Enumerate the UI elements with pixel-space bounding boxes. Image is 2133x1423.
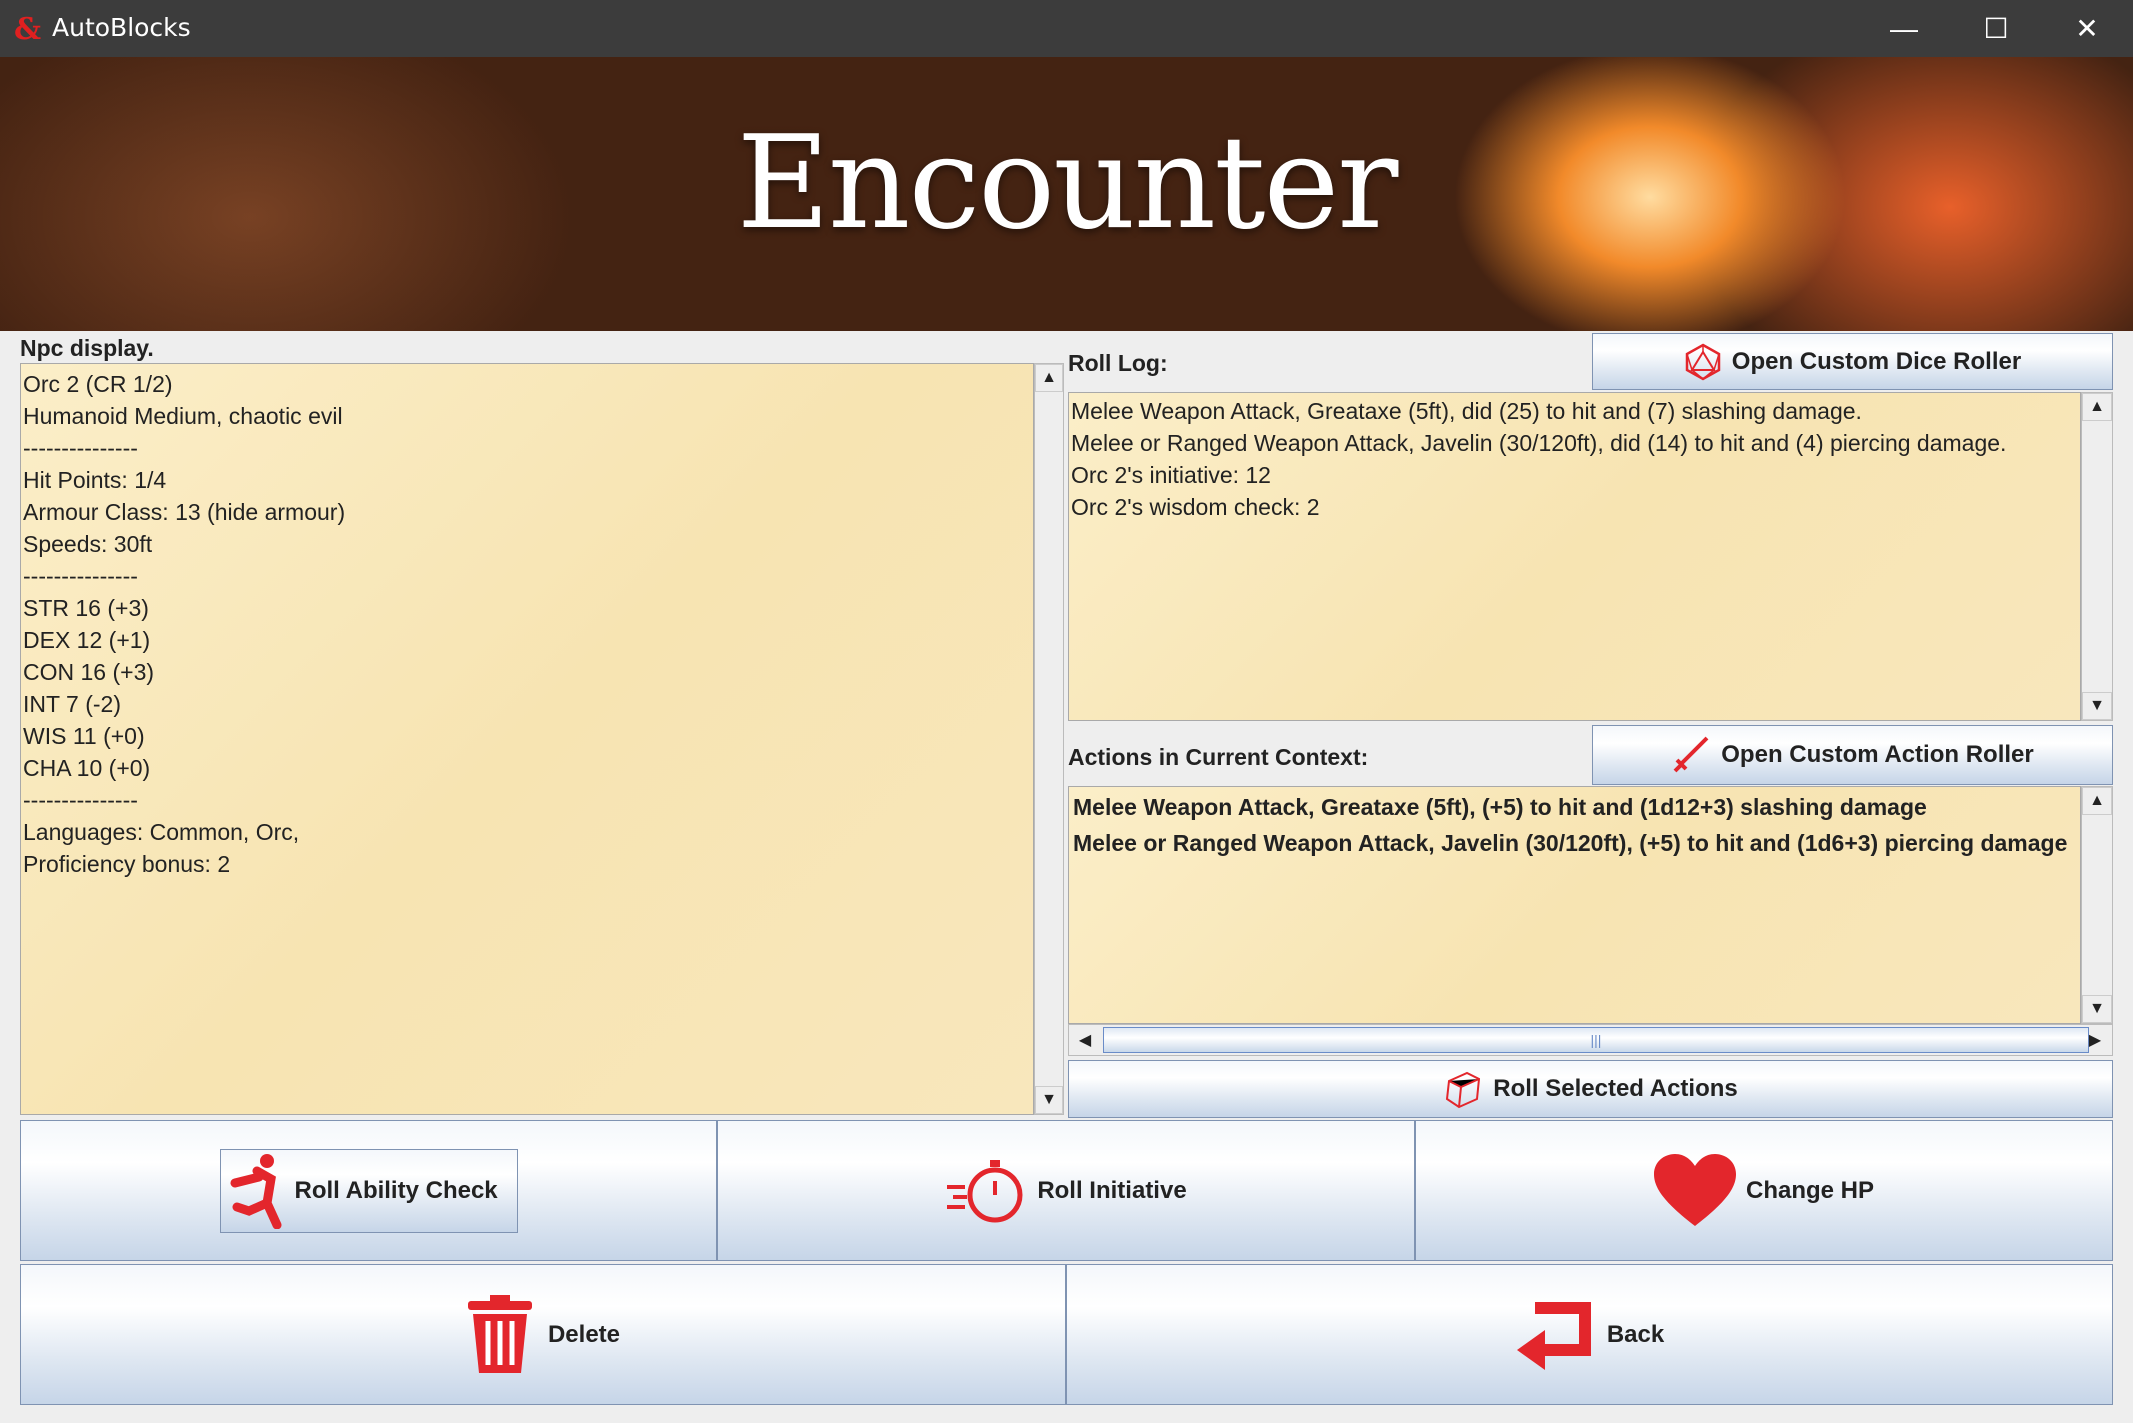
dice-icon — [1443, 1069, 1483, 1109]
dnd-logo-icon: & — [14, 12, 42, 47]
roll-log-entry: Melee Weapon Attack, Greataxe (5ft), did… — [1071, 398, 1862, 424]
maximize-button[interactable]: ☐ — [1950, 0, 2042, 57]
roll-log-entry: Melee or Ranged Weapon Attack, Javelin (… — [1071, 430, 2007, 456]
scroll-up-arrow[interactable]: ▲ — [2082, 393, 2112, 421]
npc-stat-line: INT 7 (-2) — [23, 691, 121, 717]
actions-vscrollbar[interactable]: ▲ ▼ — [2081, 786, 2113, 1024]
back-label: Back — [1606, 1320, 1665, 1348]
npc-stat-line: Armour Class: 13 (hide armour) — [23, 499, 346, 525]
window-title: AutoBlocks — [52, 13, 191, 42]
npc-stat-line: Languages: Common, Orc, — [23, 819, 300, 845]
action-item[interactable]: Melee or Ranged Weapon Attack, Javelin (… — [1073, 825, 2076, 861]
open-custom-action-roller-label: Open Custom Action Roller — [1721, 741, 2034, 768]
open-custom-dice-roller-button[interactable]: Open Custom Dice Roller — [1592, 333, 2113, 390]
change-hp-button[interactable]: Change HP — [1415, 1120, 2113, 1261]
roll-ability-check-panel[interactable]: Roll Ability Check — [20, 1120, 717, 1261]
scroll-up-arrow[interactable]: ▲ — [2082, 787, 2112, 815]
npc-display-text[interactable]: Orc 2 (CR 1/2) Humanoid Medium, chaotic e… — [20, 363, 1034, 1115]
roll-log-entry: Orc 2's initiative: 12 — [1071, 462, 1271, 488]
action-item[interactable]: Melee Weapon Attack, Greataxe (5ft), (+5… — [1073, 789, 2076, 825]
page-title: Encounter — [736, 109, 1399, 258]
npc-stat-line: --------------- — [23, 787, 138, 813]
delete-label: Delete — [547, 1320, 621, 1348]
npc-scrollbar[interactable]: ▲ ▼ — [1034, 363, 1064, 1115]
scroll-down-arrow[interactable]: ▼ — [2082, 995, 2112, 1023]
scroll-down-arrow[interactable]: ▼ — [2082, 692, 2112, 720]
actions-hscrollbar[interactable]: ◀ ||| ▶ — [1068, 1024, 2113, 1056]
npc-stat-line: Speeds: 30ft — [23, 531, 153, 557]
d20-dice-icon — [1684, 343, 1722, 381]
actions-label: Actions in Current Context: — [1068, 744, 1369, 770]
minimize-button[interactable]: — — [1858, 0, 1950, 57]
npc-stat-line: Orc 2 (CR 1/2) — [23, 371, 173, 397]
title-bar: & AutoBlocks — ☐ ✕ — [0, 0, 2133, 57]
roll-selected-actions-label: Roll Selected Actions — [1493, 1075, 1738, 1102]
npc-stat-line: CHA 10 (+0) — [23, 755, 151, 781]
actions-list[interactable]: Melee Weapon Attack, Greataxe (5ft), (+5… — [1068, 786, 2081, 1024]
npc-stat-line: WIS 11 (+0) — [23, 723, 145, 749]
stopwatch-icon — [945, 1157, 1027, 1225]
open-custom-dice-roller-label: Open Custom Dice Roller — [1731, 347, 2022, 375]
scroll-left-arrow[interactable]: ◀ — [1069, 1025, 1101, 1055]
back-arrow-icon — [1515, 1298, 1597, 1372]
roll-ability-check-label: Roll Ability Check — [294, 1176, 498, 1204]
npc-stat-line: CON 16 (+3) — [23, 659, 155, 685]
roll-initiative-button[interactable]: Roll Initiative — [717, 1120, 1415, 1261]
npc-stat-line: --------------- — [23, 563, 138, 589]
npc-stat-line: --------------- — [23, 435, 138, 461]
scroll-up-arrow[interactable]: ▲ — [1035, 364, 1063, 392]
heart-icon — [1653, 1153, 1736, 1228]
delete-button[interactable]: Delete — [20, 1264, 1066, 1405]
sword-icon — [1671, 735, 1711, 775]
roll-log-label: Roll Log: — [1068, 350, 1168, 376]
npc-stat-line: Hit Points: 1/4 — [23, 467, 167, 493]
scroll-right-arrow[interactable]: ▶ — [2079, 1025, 2111, 1055]
roll-ability-check-button[interactable]: Roll Ability Check — [219, 1148, 518, 1233]
npc-display-label: Npc display. — [20, 335, 154, 361]
roll-log-text[interactable]: Melee Weapon Attack, Greataxe (5ft), did… — [1068, 392, 2081, 721]
back-button[interactable]: Back — [1066, 1264, 2113, 1405]
npc-stat-line: DEX 12 (+1) — [23, 627, 151, 653]
roll-initiative-label: Roll Initiative — [1037, 1176, 1187, 1204]
open-custom-action-roller-button[interactable]: Open Custom Action Roller — [1592, 725, 2113, 785]
scroll-down-arrow[interactable]: ▼ — [1035, 1086, 1063, 1114]
trash-can-icon — [466, 1294, 534, 1375]
scroll-thumb[interactable]: ||| — [1103, 1027, 2089, 1053]
close-button[interactable]: ✕ — [2041, 0, 2133, 57]
npc-stat-line: Humanoid Medium, chaotic evil — [23, 403, 343, 429]
roll-selected-actions-button[interactable]: Roll Selected Actions — [1068, 1060, 2113, 1118]
change-hp-label: Change HP — [1745, 1176, 1874, 1204]
banner-image: Encounter — [0, 57, 2133, 331]
running-figure-icon — [227, 1153, 287, 1229]
roll-log-scrollbar[interactable]: ▲ ▼ — [2081, 392, 2113, 721]
roll-log-entry: Orc 2's wisdom check: 2 — [1071, 494, 1320, 520]
npc-stat-line: STR 16 (+3) — [23, 595, 149, 621]
npc-stat-line: Proficiency bonus: 2 — [23, 851, 231, 877]
